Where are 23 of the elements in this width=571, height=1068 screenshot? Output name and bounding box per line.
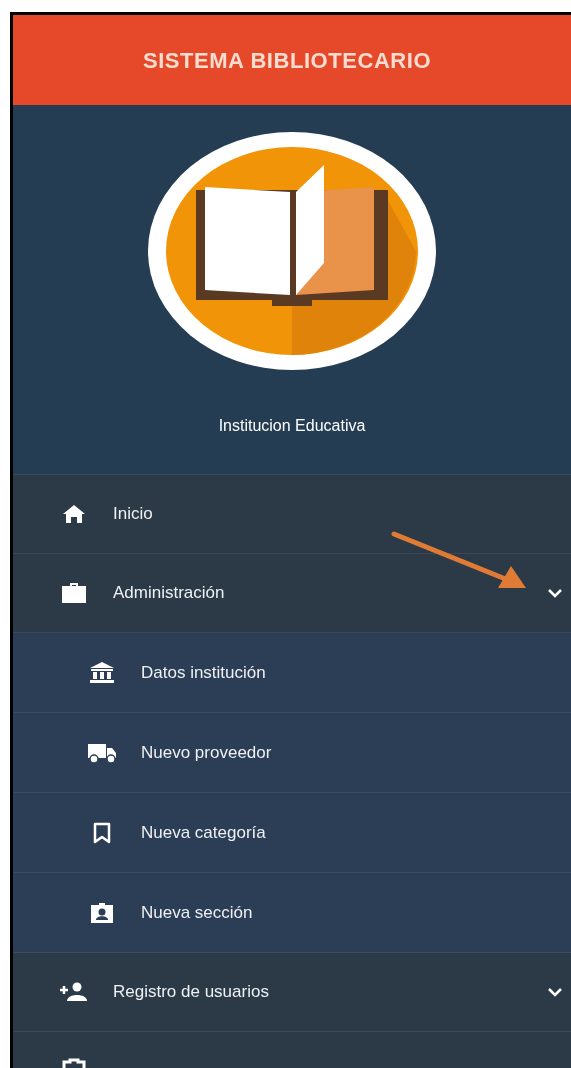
menu-label: Datos institución: [141, 661, 267, 684]
chevron-down-icon: [547, 588, 563, 598]
chevron-down-icon: [547, 987, 563, 997]
book-logo-icon: [146, 130, 438, 372]
briefcase-icon: [61, 582, 87, 604]
home-icon: [62, 504, 86, 524]
institution-name: Institucion Educativa: [218, 416, 366, 436]
bank-icon: [89, 660, 115, 685]
badge-icon: [90, 900, 114, 925]
menu-label: Nueva categoría: [141, 821, 267, 844]
truck-icon: [87, 741, 117, 764]
menu-label: Nueva sección: [141, 901, 254, 924]
menu-label: Administración: [113, 582, 226, 605]
submenu-item[interactable]: Datos institución: [13, 633, 571, 713]
submenu-item[interactable]: Nueva sección: [13, 873, 571, 953]
menu-label: Inicio: [113, 503, 154, 526]
menu-label: Registro de usuarios: [113, 981, 270, 1004]
submenu-item[interactable]: Nuevo proveedor: [13, 713, 571, 793]
menu-label: Nuevo proveedor: [141, 741, 273, 764]
app-title: SISTEMA BIBLIOTECARIO: [142, 46, 433, 75]
submenu-item[interactable]: Nueva categoría: [13, 793, 571, 873]
bookmark-icon: [92, 821, 112, 844]
user-plus-icon: [59, 982, 89, 1002]
